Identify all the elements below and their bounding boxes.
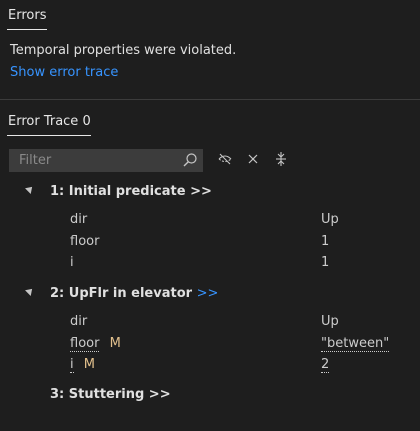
state-2-label-text: 2: UpFlr in elevator — [50, 286, 193, 301]
state-2-var-floor-name: floor — [70, 336, 100, 352]
state-2-var-i-row: i M — [70, 357, 95, 373]
state-2-var-i-name: i — [70, 357, 74, 373]
state-2-var-i-value: 2 — [321, 357, 330, 373]
section-divider — [0, 99, 420, 100]
state-2-var-floor-row: floor M — [70, 336, 121, 352]
state-1-expand-chevron-icon[interactable] — [25, 184, 35, 194]
modified-badge: M — [109, 336, 121, 351]
filter-box — [9, 149, 203, 172]
eye-off-icon[interactable] — [216, 150, 234, 168]
error-message: Temporal properties were violated. — [10, 43, 237, 58]
search-icon[interactable] — [181, 151, 199, 169]
state-1-var-dir-name: dir — [70, 212, 88, 227]
state-3-label[interactable]: 3: Stuttering >> — [50, 387, 171, 402]
state-1-var-floor-name: floor — [70, 234, 100, 249]
state-1-var-floor-value: 1 — [321, 234, 330, 249]
state-1-var-i-name: i — [70, 255, 74, 270]
state-2-label[interactable]: 2: UpFlr in elevator >> — [50, 286, 218, 301]
state-1-var-i-value: 1 — [321, 255, 330, 270]
state-1-var-dir-value: Up — [321, 212, 339, 227]
state-2-goto-link[interactable]: >> — [197, 286, 219, 301]
state-2-var-dir-name: dir — [70, 314, 88, 329]
tab-error-trace[interactable]: Error Trace 0 — [8, 114, 91, 129]
close-icon[interactable] — [244, 150, 262, 168]
tab-errors[interactable]: Errors — [8, 8, 46, 23]
modified-badge: M — [83, 357, 95, 372]
state-2-var-dir-value: Up — [321, 314, 339, 329]
tab-errors-underline — [7, 29, 47, 30]
show-error-trace-link[interactable]: Show error trace — [10, 65, 118, 80]
tab-error-trace-underline — [7, 135, 91, 136]
state-2-var-floor-value: "between" — [321, 336, 390, 352]
state-2-expand-chevron-icon[interactable] — [25, 286, 35, 296]
collapse-all-icon[interactable] — [272, 150, 290, 168]
state-1-label[interactable]: 1: Initial predicate >> — [50, 184, 212, 199]
filter-input[interactable] — [9, 149, 174, 172]
